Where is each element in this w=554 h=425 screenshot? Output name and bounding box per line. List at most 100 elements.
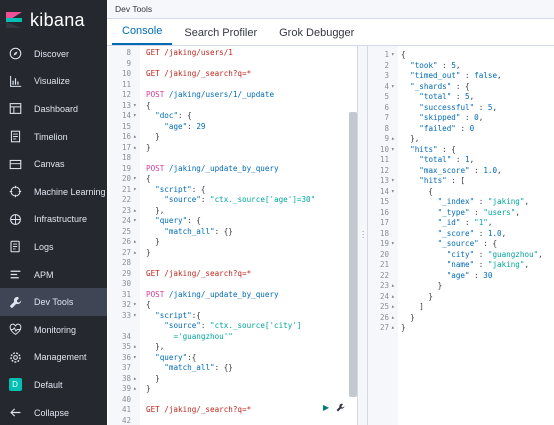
sidebar-item-label: Logs <box>34 241 54 252</box>
request-settings-icon[interactable] <box>336 403 346 413</box>
output-line-number: 20 <box>379 249 389 259</box>
editor-code-line[interactable]: "query": { <box>146 216 201 225</box>
fold-toggle-icon[interactable]: ▴ <box>133 385 137 392</box>
fold-toggle-icon[interactable]: ▾ <box>133 217 137 224</box>
fold-toggle-icon[interactable]: ▴ <box>133 343 137 350</box>
editor-code-line[interactable]: } <box>146 143 151 152</box>
tab-search-profiler[interactable]: Search Profiler <box>174 27 267 45</box>
fold-toggle-icon[interactable]: ▴ <box>133 375 137 382</box>
editor-code-line[interactable]: "script":{ <box>146 311 201 320</box>
editor-code-line[interactable]: "match_all": {} <box>146 363 233 372</box>
editor-line-number: 11 <box>121 79 131 89</box>
fold-toggle-icon[interactable]: ▴ <box>133 207 137 214</box>
editor-line-number: 28 <box>121 258 131 267</box>
editor-code-line[interactable]: }, <box>146 206 164 215</box>
editor-line-number: 16 <box>121 132 131 141</box>
fold-toggle-icon[interactable]: ▾ <box>133 175 137 182</box>
output-line-number: 15 <box>379 197 389 206</box>
editor-code-line[interactable]: "match_all": {} <box>146 227 233 236</box>
fold-toggle-icon[interactable]: ▾ <box>133 112 137 119</box>
output-code-line: { <box>401 50 406 59</box>
editor-code-line[interactable]: } <box>146 374 160 383</box>
sidebar-item-dev-tools[interactable]: Dev Tools <box>0 288 107 316</box>
sidebar-item-management[interactable]: Management <box>0 344 107 372</box>
editor-code-line[interactable]: "script": { <box>146 185 205 194</box>
kibana-logo[interactable]: kibana <box>0 0 107 40</box>
fold-toggle-icon[interactable]: ▾ <box>391 51 395 58</box>
editor-line-number: 13 <box>121 100 131 110</box>
output-code-line: { <box>401 186 434 196</box>
pane-resizer[interactable]: · · · <box>357 46 368 425</box>
editor-code-line[interactable]: GET /jaking/_search?q=* <box>146 405 251 414</box>
tab-grok-debugger[interactable]: Grok Debugger <box>269 27 364 45</box>
editor-code-line[interactable]: } <box>146 237 160 246</box>
output-code-line: "_shards" : { <box>410 81 470 91</box>
sidebar-item-timelion[interactable]: Timelion <box>0 123 107 151</box>
editor-code-line[interactable]: "age": 29 <box>146 122 205 131</box>
sidebar-item-default[interactable]: D Default <box>0 371 107 399</box>
sidebar-item-monitoring[interactable]: Monitoring <box>0 316 107 344</box>
sidebar-item-logs[interactable]: Logs <box>0 233 107 261</box>
fold-toggle-icon[interactable]: ▾ <box>391 188 395 195</box>
sidebar-item-label: Discover <box>34 48 70 59</box>
editor-code-line[interactable]: } <box>146 132 160 141</box>
editor-code-line[interactable]: GET /jaking/_search?q=* <box>146 69 251 78</box>
fold-toggle-icon[interactable]: ▾ <box>133 312 137 319</box>
sidebar-item-discover[interactable]: Discover <box>0 40 107 68</box>
fold-toggle-icon[interactable]: ▾ <box>133 186 137 193</box>
sidebar-item-label: Collapse <box>34 407 70 418</box>
editor-line-number: 15 <box>121 121 131 131</box>
editor-code-line[interactable]: "query":{ <box>146 353 196 362</box>
sidebar-item-machine-learning[interactable]: Machine Learning <box>0 178 107 206</box>
sidebar-item-canvas[interactable]: Canvas <box>0 150 107 178</box>
fold-toggle-icon[interactable]: ▴ <box>133 144 137 151</box>
fold-toggle-icon[interactable]: ▾ <box>133 301 137 308</box>
fold-toggle-icon[interactable]: ▾ <box>391 146 395 153</box>
editor-code-line[interactable]: "doc": { <box>146 111 192 120</box>
fold-toggle-icon[interactable]: ▴ <box>391 293 395 300</box>
editor-code-line[interactable]: } <box>146 248 151 257</box>
fold-toggle-icon[interactable]: ▴ <box>391 282 395 289</box>
tab-console[interactable]: Console <box>112 25 173 45</box>
fold-toggle-icon[interactable]: ▴ <box>391 314 395 321</box>
fold-toggle-icon[interactable]: ▾ <box>391 177 395 184</box>
fold-toggle-icon[interactable]: ▴ <box>391 135 395 142</box>
fold-toggle-icon[interactable]: ▴ <box>391 324 395 331</box>
editor-code-line[interactable]: POST /jaking/_update_by_query <box>146 164 279 173</box>
editor-code-line[interactable]: }, <box>146 342 164 351</box>
editor-code-line[interactable]: POST /jaking/_update_by_query <box>146 290 279 299</box>
editor-line-number: 29 <box>121 268 131 278</box>
fold-toggle-icon[interactable]: ▴ <box>133 249 137 256</box>
sidebar-item-apm[interactable]: APM <box>0 261 107 289</box>
response-output[interactable]: 1 ▾{2 "took" : 5, 3 "timed_out" : false, 4 ▾… <box>368 46 554 425</box>
sidebar-item-label: Default <box>34 379 63 390</box>
page-title-bar: Dev Tools <box>107 0 554 19</box>
editor-code-line[interactable]: "source": "ctx._source['age']=30" <box>146 195 315 204</box>
editor-code-line[interactable]: { <box>146 101 151 110</box>
editor-scrollbar[interactable] <box>349 112 357 397</box>
sidebar-item-visualize[interactable]: Visualize <box>0 68 107 96</box>
editor-code-line[interactable]: "source": "ctx._source['city'] <box>146 321 301 330</box>
fold-toggle-icon[interactable]: ▴ <box>133 133 137 140</box>
editor-code-line[interactable]: ='guangzhou'" <box>146 332 232 341</box>
fold-toggle-icon[interactable]: ▴ <box>391 303 395 310</box>
sidebar-item-infrastructure[interactable]: Infrastructure <box>0 206 107 234</box>
fold-toggle-icon[interactable]: ▾ <box>391 240 395 247</box>
run-request-icon[interactable]: ▶ <box>323 403 331 412</box>
editor-code-line[interactable]: GET /jaking/_search?q=* <box>146 269 251 278</box>
editor-code-line[interactable]: GET /jaking/users/1 <box>146 48 233 57</box>
fold-toggle-icon[interactable]: ▾ <box>133 354 137 361</box>
output-line-number: 4 <box>384 81 389 91</box>
fold-toggle-icon[interactable]: ▾ <box>391 83 395 90</box>
request-editor[interactable]: 8 GET /jaking/users/1 9 10 GET /jaking/_sear… <box>108 46 357 425</box>
arrow-left-icon <box>8 406 22 420</box>
editor-code-line[interactable]: { <box>146 300 151 309</box>
fold-toggle-icon[interactable]: ▾ <box>133 102 137 109</box>
editor-code-line[interactable]: { <box>146 174 151 183</box>
editor-code-line[interactable]: } <box>146 384 151 393</box>
editor-code-line[interactable]: POST /jaking/users/1/_update <box>146 90 274 99</box>
fold-toggle-icon[interactable]: ▴ <box>133 238 137 245</box>
sidebar-item-dashboard[interactable]: Dashboard <box>0 95 107 123</box>
sidebar-item-collapse[interactable]: Collapse <box>0 399 107 425</box>
editor-line-number: 17 <box>121 142 131 152</box>
